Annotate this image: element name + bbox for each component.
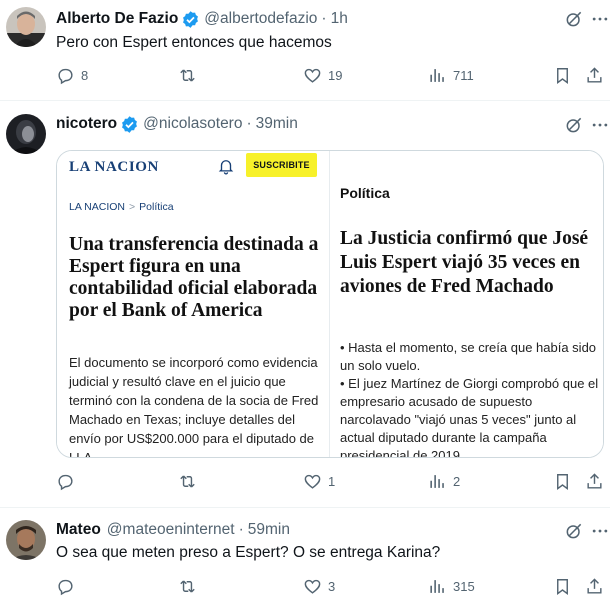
views-button[interactable]: 2 <box>428 472 460 491</box>
views-icon <box>430 69 444 82</box>
action-bar: 3 315 <box>0 577 610 599</box>
grok-icon[interactable] <box>564 9 584 29</box>
avatar[interactable] <box>6 114 46 154</box>
more-icon[interactable] <box>590 521 610 541</box>
verified-badge-icon <box>183 10 199 28</box>
like-button[interactable]: 1 <box>303 472 335 491</box>
article-section: Política <box>340 185 390 201</box>
share-icon <box>587 578 602 594</box>
more-icon[interactable] <box>590 9 610 29</box>
like-button[interactable]: 3 <box>303 577 335 596</box>
like-count: 19 <box>328 68 343 83</box>
display-name[interactable]: Mateo <box>56 521 101 539</box>
handle[interactable]: @mateoeninternet <box>107 521 235 539</box>
tweet-text: Pero con Espert entonces que hacemos <box>56 34 332 51</box>
reply-count: 8 <box>81 68 89 83</box>
timestamp[interactable]: 39min <box>256 115 298 133</box>
grok-icon[interactable] <box>564 521 584 541</box>
views-count: 2 <box>453 474 461 489</box>
article-bullet: • El juez Martínez de Giorgi comprobó qu… <box>340 376 599 458</box>
views-icon <box>430 475 444 488</box>
separator-dot: · <box>238 521 244 538</box>
breadcrumb-section: Política <box>139 201 174 213</box>
handle[interactable]: @nicolasotero <box>143 115 242 133</box>
bookmark-button[interactable] <box>553 472 572 491</box>
bookmark-button[interactable] <box>553 66 572 85</box>
reply-button[interactable] <box>56 577 81 596</box>
views-button[interactable]: 315 <box>428 577 475 596</box>
bookmark-button[interactable] <box>553 577 572 596</box>
repost-icon <box>180 475 195 488</box>
breadcrumb-separator: > <box>129 201 136 213</box>
repost-button[interactable] <box>178 66 203 85</box>
share-icon <box>587 473 602 489</box>
separator-dot: · <box>321 10 327 27</box>
timestamp[interactable]: 1h <box>331 10 348 28</box>
repost-icon <box>180 580 195 593</box>
tweet-header: Alberto De Fazio @albertodefazio · 1h <box>56 8 348 30</box>
article-summary: El documento se incorporó como evidencia… <box>69 355 319 458</box>
bookmark-icon <box>557 68 568 85</box>
tweet-1[interactable]: Alberto De Fazio @albertodefazio · 1h Pe… <box>0 0 610 100</box>
timestamp[interactable]: 59min <box>248 521 290 539</box>
views-button[interactable]: 711 <box>428 66 474 85</box>
avatar[interactable] <box>6 520 46 560</box>
action-bar: 8 19 711 <box>0 66 610 88</box>
share-button[interactable] <box>585 472 604 491</box>
breadcrumb-home: LA NACION <box>69 201 126 213</box>
repost-button[interactable] <box>178 577 203 596</box>
link-card-image[interactable]: LA NACION SUSCRIBITE LA NACION > Política … <box>56 150 604 458</box>
article-bullets: • Hasta el momento, se creía que había s… <box>340 339 602 458</box>
verified-badge-icon <box>122 115 138 133</box>
reply-icon <box>58 68 73 85</box>
breadcrumb: LA NACION > Política <box>69 201 174 213</box>
like-count: 1 <box>328 474 336 489</box>
handle[interactable]: @albertodefazio <box>204 10 317 28</box>
reply-icon <box>58 474 73 491</box>
subscribe-button: SUSCRIBITE <box>246 153 317 177</box>
article-screenshot-right: Política La Justicia confirmó que José L… <box>330 151 603 458</box>
tweet-header: nicotero @nicolasotero · 39min <box>56 113 298 135</box>
like-icon <box>304 579 321 594</box>
avatar[interactable] <box>6 7 46 47</box>
action-bar: 1 2 <box>0 472 610 494</box>
like-icon <box>304 68 321 83</box>
repost-button[interactable] <box>178 472 203 491</box>
repost-icon <box>180 69 195 82</box>
separator-dot: · <box>246 115 252 132</box>
article-headline: La Justicia confirmó que José Luis Esper… <box>340 228 589 297</box>
display-name[interactable]: nicotero <box>56 115 117 133</box>
views-count: 315 <box>453 579 475 594</box>
more-icon[interactable] <box>590 115 610 135</box>
views-count: 711 <box>453 68 474 83</box>
display-name[interactable]: Alberto De Fazio <box>56 10 178 28</box>
like-icon <box>304 474 321 489</box>
share-button[interactable] <box>585 66 604 85</box>
article-bullet: • Hasta el momento, se creía que había s… <box>340 340 597 373</box>
tweet-text: O sea que meten preso a Espert? O se ent… <box>56 544 441 561</box>
grok-icon[interactable] <box>564 115 584 135</box>
tweet-header: Mateo @mateoeninternet · 59min <box>56 519 290 541</box>
share-icon <box>587 67 602 83</box>
views-icon <box>430 580 444 593</box>
bell-icon <box>218 160 234 175</box>
like-button[interactable]: 19 <box>303 66 342 85</box>
share-button[interactable] <box>585 577 604 596</box>
like-count: 3 <box>328 579 336 594</box>
article-headline: Una transferencia destinada a Espert fig… <box>69 234 319 321</box>
lanacion-logo: LA NACION <box>69 159 159 175</box>
reply-icon <box>58 579 73 596</box>
article-screenshot-left: LA NACION SUSCRIBITE LA NACION > Política … <box>57 151 329 458</box>
reply-button[interactable] <box>56 472 81 491</box>
bookmark-icon <box>557 474 568 491</box>
reply-button[interactable]: 8 <box>56 66 88 85</box>
bookmark-icon <box>557 579 568 596</box>
